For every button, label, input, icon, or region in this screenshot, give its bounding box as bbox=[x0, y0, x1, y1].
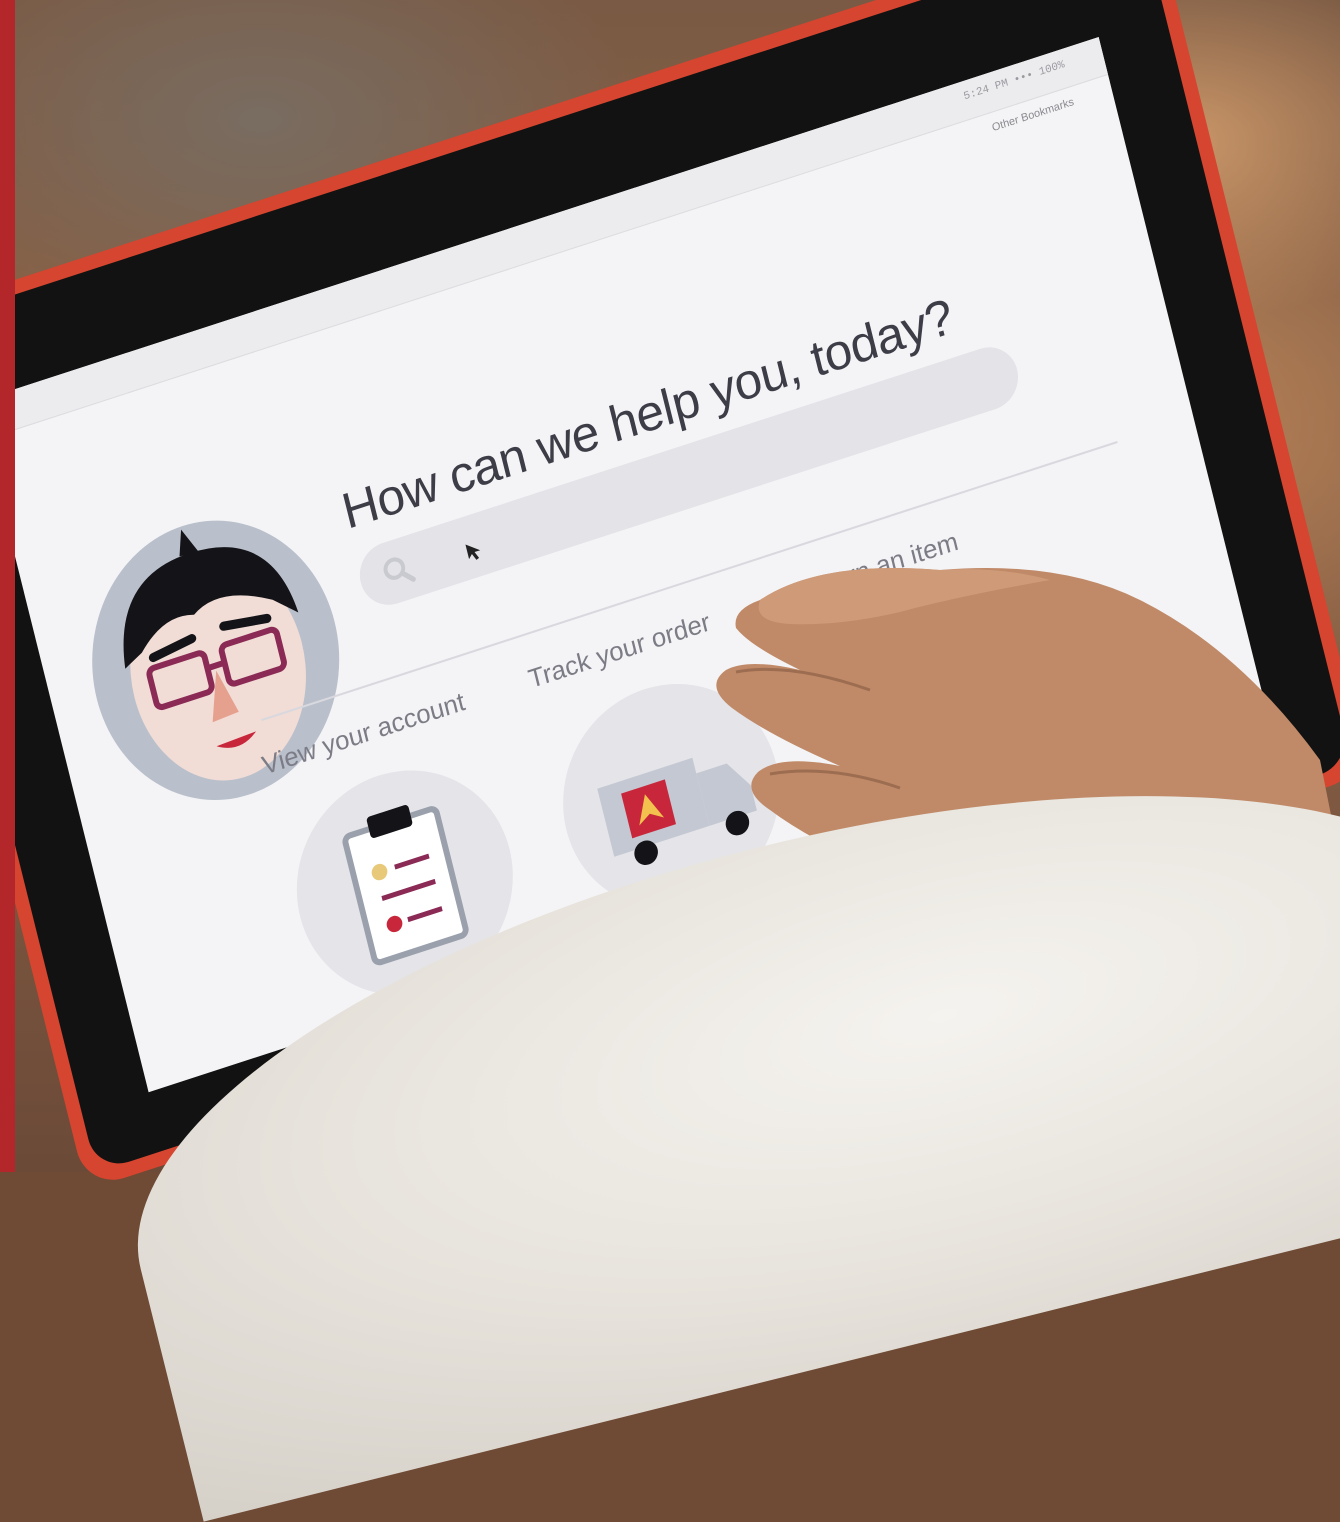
mouse-cursor-icon bbox=[465, 544, 481, 560]
search-icon bbox=[383, 557, 416, 582]
support-agent-avatar bbox=[92, 520, 340, 801]
red-side-strip bbox=[0, 0, 15, 1172]
